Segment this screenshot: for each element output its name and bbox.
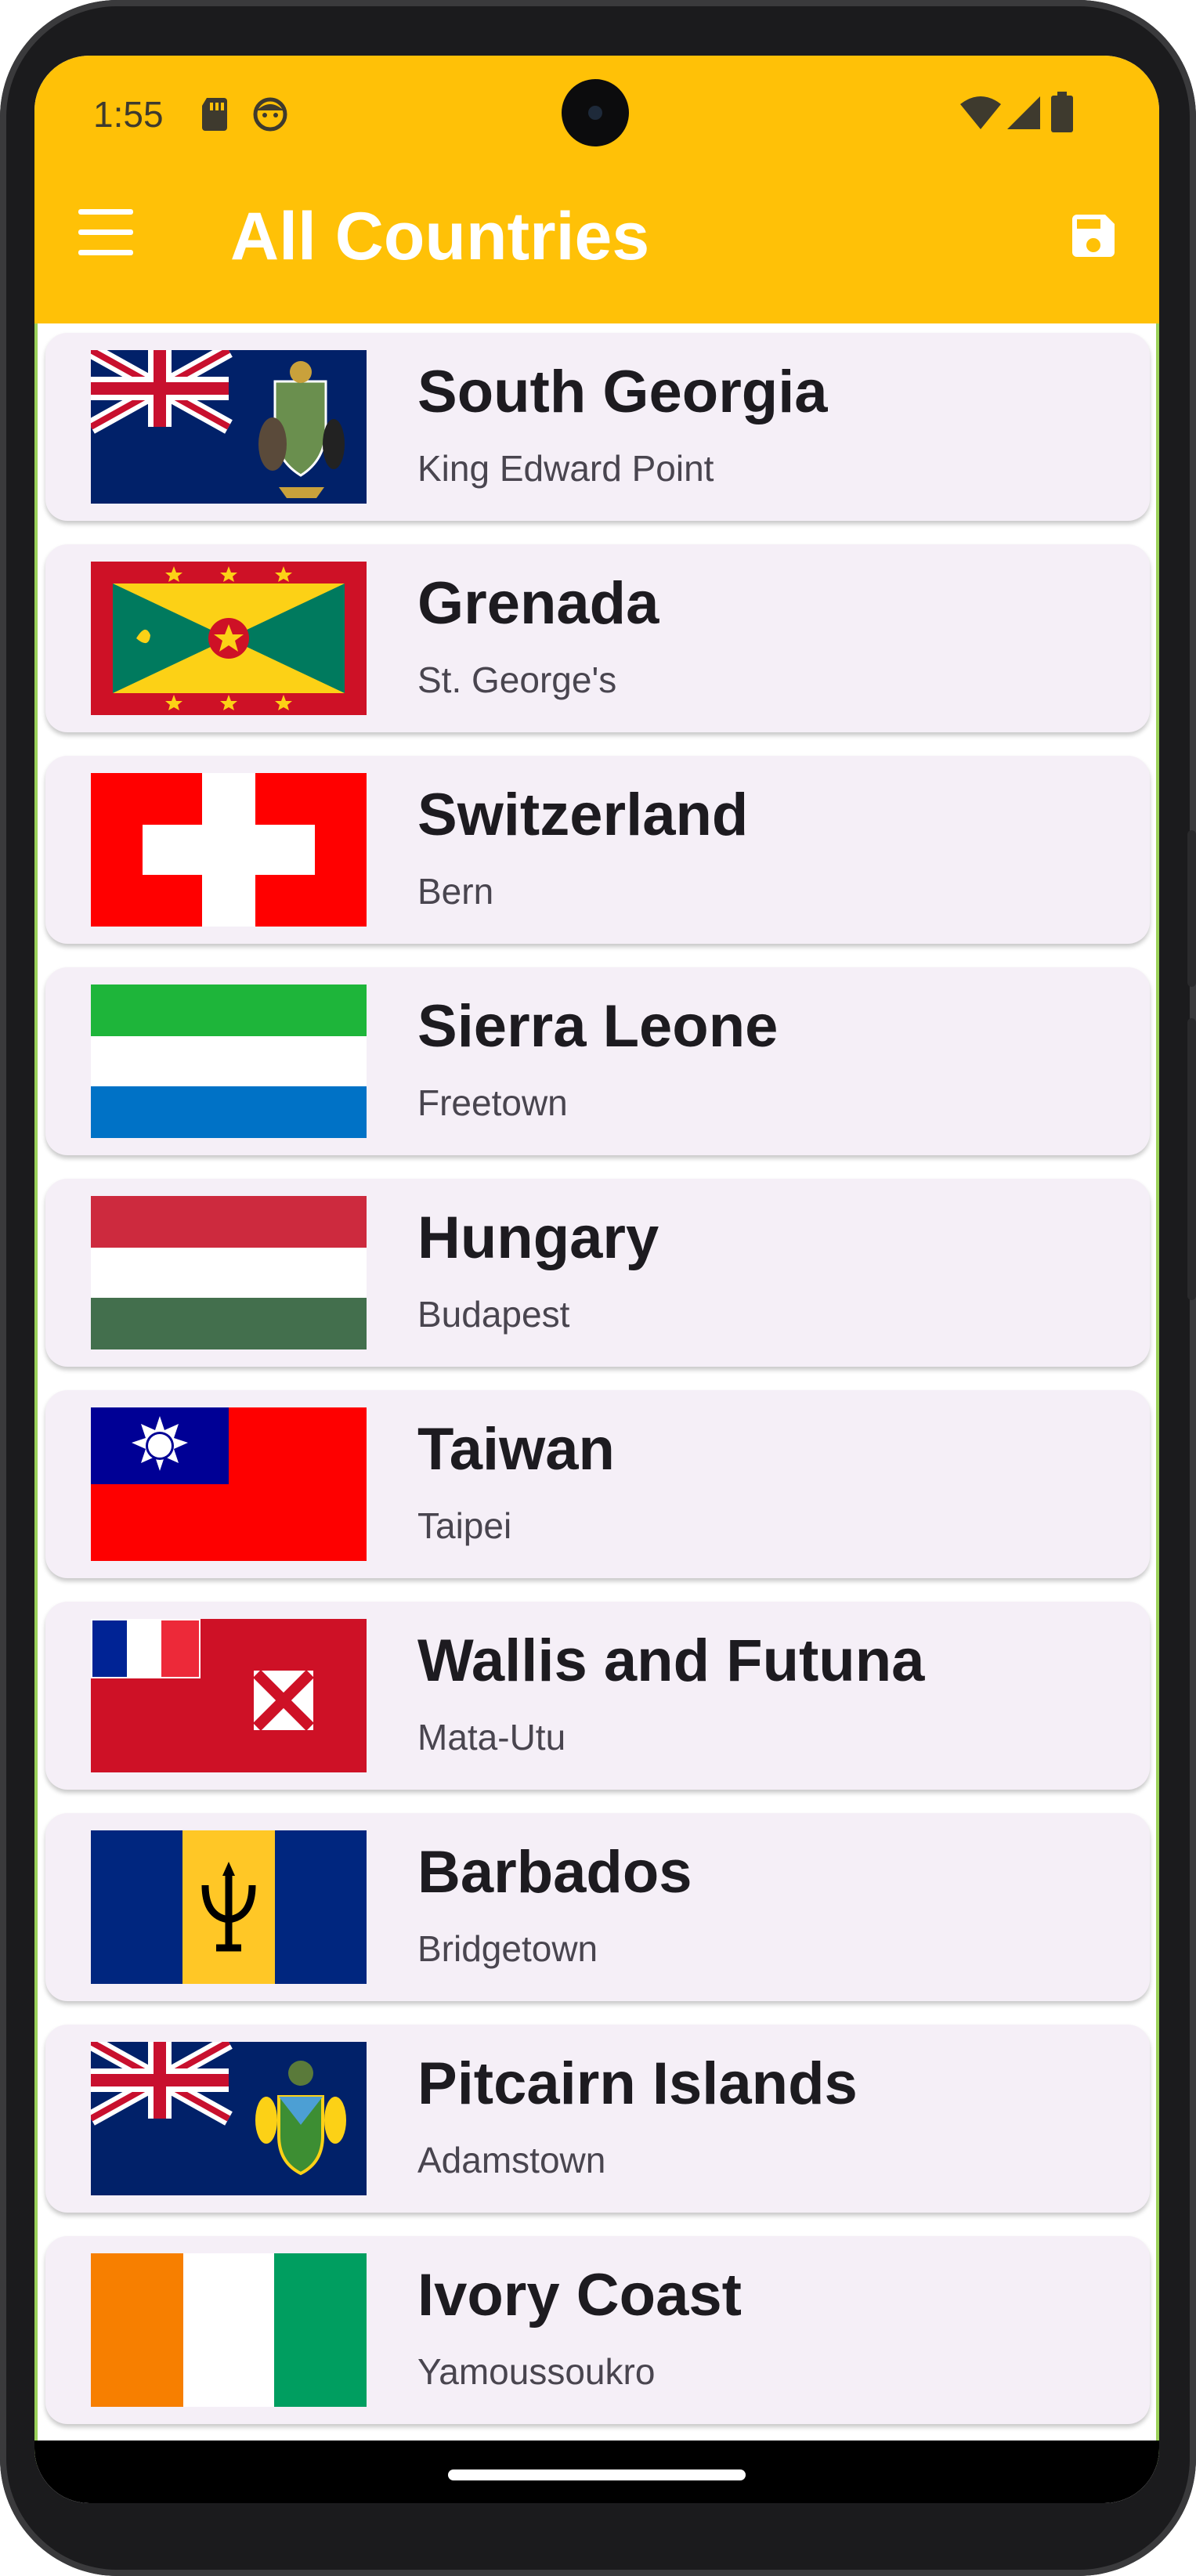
sierra-leone-flag <box>91 985 367 1138</box>
cellular-signal-icon <box>1006 95 1042 139</box>
screen: 1:55 All Countries South Georgia King Ed… <box>34 56 1159 2503</box>
country-capital: Bridgetown <box>417 1928 598 1969</box>
battery-icon <box>1051 92 1073 141</box>
page-title: All Countries <box>230 199 650 274</box>
country-name: Sierra Leone <box>417 993 779 1060</box>
pitcairn-islands-flag <box>91 2042 367 2195</box>
country-capital: Budapest <box>417 1294 570 1335</box>
wallis-and-futuna-flag <box>91 1619 367 1772</box>
country-name: Ivory Coast <box>417 2262 742 2329</box>
hungary-flag <box>91 1196 367 1349</box>
barbados-flag <box>91 1830 367 1984</box>
menu-button[interactable] <box>78 209 133 256</box>
country-capital: Bern <box>417 871 494 912</box>
country-card[interactable]: Pitcairn Islands Adamstown <box>45 2025 1150 2213</box>
country-capital: Adamstown <box>417 2140 606 2180</box>
country-capital: Freetown <box>417 1082 568 1123</box>
country-capital: St. George's <box>417 659 617 700</box>
switzerland-flag <box>91 773 367 927</box>
save-icon <box>1072 215 1115 257</box>
wifi-icon <box>959 95 1003 139</box>
country-name: Switzerland <box>417 782 749 848</box>
volume-button <box>1187 1018 1196 1300</box>
country-card[interactable]: Ivory Coast Yamoussoukro <box>45 2236 1150 2424</box>
face-icon <box>252 96 288 141</box>
country-card[interactable]: South Georgia King Edward Point <box>45 333 1150 521</box>
grenada-flag <box>91 562 367 715</box>
status-time: 1:55 <box>93 94 164 135</box>
country-name: Hungary <box>417 1205 659 1271</box>
status-bar: 1:55 <box>34 56 1159 173</box>
app-bar: 1:55 All Countries <box>34 56 1159 323</box>
country-list[interactable]: South Georgia King Edward Point Grenada … <box>34 323 1159 2503</box>
country-card[interactable]: Wallis and Futuna Mata-Utu <box>45 1602 1150 1790</box>
country-card[interactable]: Grenada St. George's <box>45 544 1150 732</box>
country-name: Pitcairn Islands <box>417 2050 858 2117</box>
country-capital: King Edward Point <box>417 448 714 489</box>
country-capital: Taipei <box>417 1505 512 1546</box>
power-button <box>1187 830 1196 987</box>
country-name: South Georgia <box>417 359 828 425</box>
country-name: Barbados <box>417 1839 692 1906</box>
country-capital: Mata-Utu <box>417 1717 566 1758</box>
country-name: Taiwan <box>417 1416 615 1483</box>
save-button[interactable] <box>1065 208 1122 264</box>
country-card[interactable]: Barbados Bridgetown <box>45 1813 1150 2001</box>
country-name: Grenada <box>417 570 659 637</box>
front-camera <box>562 79 629 146</box>
country-card[interactable]: Switzerland Bern <box>45 756 1150 944</box>
phone-frame: 1:55 All Countries South Georgia King Ed… <box>0 0 1196 2576</box>
taiwan-flag <box>91 1407 367 1561</box>
country-card[interactable]: Sierra Leone Freetown <box>45 967 1150 1155</box>
south-georgia-flag <box>91 350 367 504</box>
hamburger-menu-icon <box>78 209 133 215</box>
navigation-bar <box>34 2441 1159 2503</box>
country-card[interactable]: Hungary Budapest <box>45 1179 1150 1367</box>
country-capital: Yamoussoukro <box>417 2351 656 2392</box>
sd-card-icon <box>199 96 230 141</box>
country-card[interactable]: Taiwan Taipei <box>45 1390 1150 1578</box>
ivory-coast-flag <box>91 2253 367 2407</box>
home-indicator[interactable] <box>448 2469 746 2480</box>
country-name: Wallis and Futuna <box>417 1628 925 1694</box>
